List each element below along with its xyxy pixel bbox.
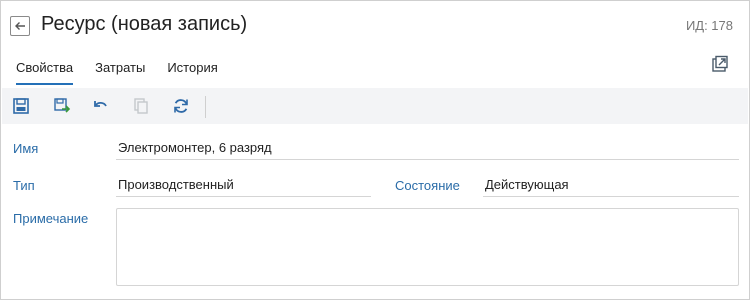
- copy-icon: [134, 98, 148, 114]
- copy-button[interactable]: [131, 96, 151, 116]
- name-label: Имя: [13, 141, 39, 156]
- toolbar: [2, 88, 748, 124]
- type-label: Тип: [13, 178, 35, 193]
- arrow-left-icon: [15, 22, 25, 30]
- refresh-icon: [174, 99, 188, 113]
- tab-history[interactable]: История: [167, 60, 217, 80]
- type-field[interactable]: Производственный: [116, 175, 371, 197]
- record-window: Ресурс (новая запись) ИД: 178 Свойства З…: [0, 0, 750, 300]
- name-field[interactable]: Электромонтер, 6 разряд: [116, 138, 739, 160]
- tab-properties[interactable]: Свойства: [16, 60, 74, 85]
- undo-button[interactable]: [91, 96, 111, 116]
- refresh-button[interactable]: [171, 96, 191, 116]
- tab-bar: Свойства Затраты История: [16, 60, 240, 85]
- note-label: Примечание: [13, 211, 89, 226]
- save-icon: [13, 98, 29, 114]
- save-and-close-button[interactable]: [52, 96, 72, 116]
- toolbar-divider: [205, 96, 206, 118]
- state-field[interactable]: Действующая: [483, 175, 739, 197]
- tab-costs[interactable]: Затраты: [95, 60, 145, 80]
- save-button[interactable]: [11, 96, 31, 116]
- state-label: Состояние: [395, 178, 460, 193]
- page-title: Ресурс (новая запись): [41, 13, 248, 35]
- note-textarea[interactable]: [116, 208, 739, 286]
- open-external-icon[interactable]: [711, 55, 729, 73]
- back-button[interactable]: [10, 16, 30, 36]
- record-id: ИД: 178: [685, 18, 733, 33]
- undo-icon: [94, 101, 107, 107]
- save-and-close-icon: [54, 98, 71, 113]
